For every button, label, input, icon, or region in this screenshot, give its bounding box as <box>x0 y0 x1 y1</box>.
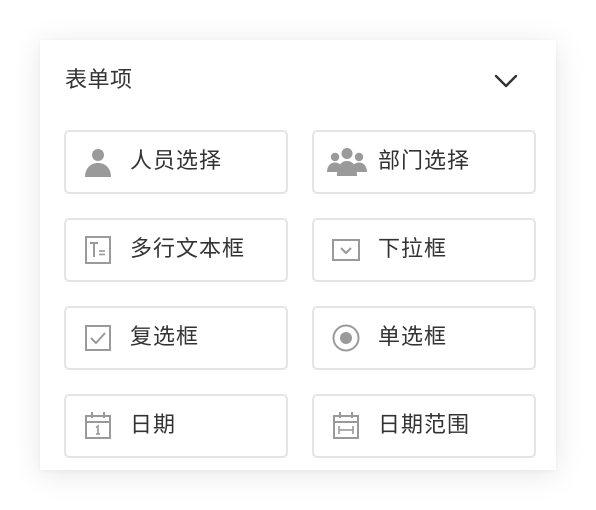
checkbox-icon <box>85 325 111 351</box>
form-item-label: 复选框 <box>130 325 200 350</box>
form-item-label: 日期范围 <box>378 413 471 438</box>
form-item-label: 下拉框 <box>378 237 448 262</box>
panel-title: 表单项 <box>65 68 133 93</box>
form-item-label: 多行文本框 <box>130 237 246 262</box>
form-item-checkbox[interactable]: 复选框 <box>64 306 288 370</box>
form-item-label: 日期 <box>130 413 177 438</box>
form-item-date[interactable]: 日期 <box>64 394 288 458</box>
form-item-radio[interactable]: 单选框 <box>312 306 536 370</box>
chevron-down-icon[interactable] <box>493 71 519 91</box>
multiline-text-icon <box>85 236 111 264</box>
form-item-label: 单选框 <box>378 325 448 350</box>
date-range-icon <box>333 412 359 439</box>
group-icon <box>327 148 367 176</box>
form-item-label: 人员选择 <box>130 149 223 174</box>
radio-icon <box>332 324 360 352</box>
form-item-department-select[interactable]: 部门选择 <box>312 130 536 194</box>
dropdown-icon <box>332 239 360 261</box>
panel-header[interactable]: 表单项 <box>40 40 556 122</box>
form-item-label: 部门选择 <box>378 149 471 174</box>
form-item-person-select[interactable]: 人员选择 <box>64 130 288 194</box>
form-item-grid: 人员选择 部门选择 多行文本框 下拉框 复选框 单选框 日期 日期范围 <box>64 130 536 458</box>
form-items-panel: 表单项 人员选择 部门选择 多行文本框 下拉框 复选框 单选框 日期 日期范围 <box>40 40 556 470</box>
form-item-dropdown[interactable]: 下拉框 <box>312 218 536 282</box>
form-item-date-range[interactable]: 日期范围 <box>312 394 536 458</box>
person-icon <box>85 149 111 177</box>
form-item-multiline-text[interactable]: 多行文本框 <box>64 218 288 282</box>
calendar-icon <box>85 412 111 439</box>
